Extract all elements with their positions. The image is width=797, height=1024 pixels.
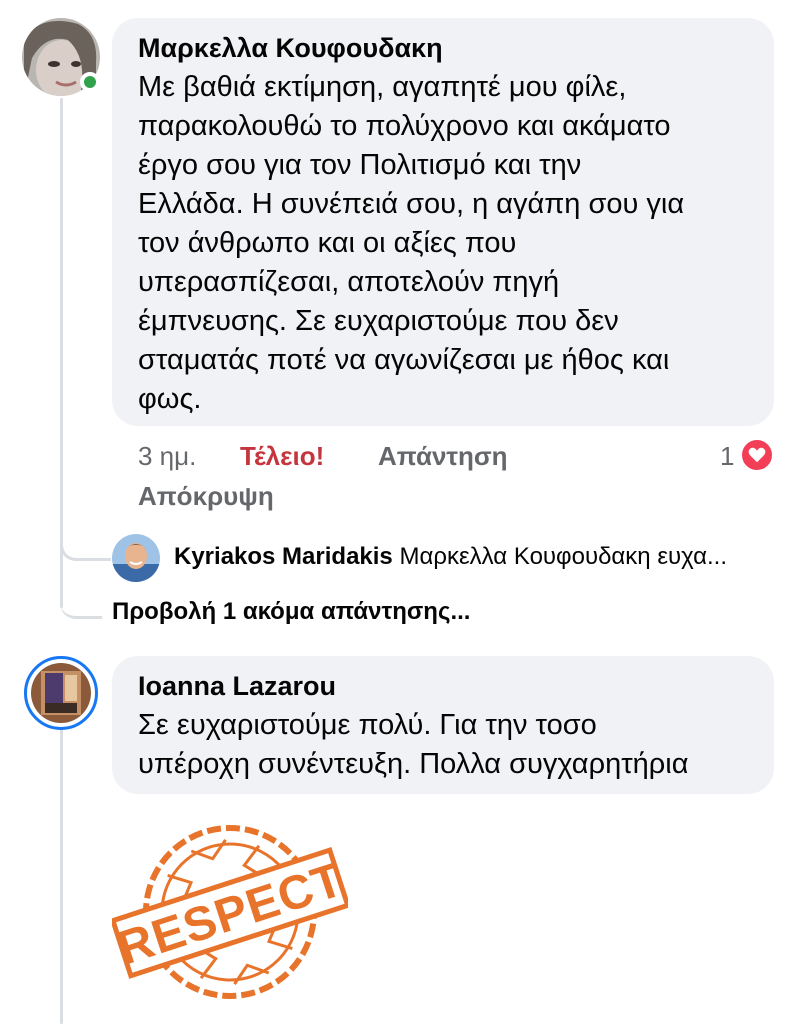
- respect-stamp-icon: RESPECT: [109, 825, 351, 999]
- view-more-replies-link[interactable]: Προβολή 1 ακόμα απάντησης...: [112, 598, 470, 626]
- sticker-text: RESPECT: [112, 853, 348, 976]
- comment-text-line: Ελλάδα. Η συνέπειά σου, η αγάπη σου για: [138, 188, 685, 220]
- online-status-indicator: [80, 72, 100, 92]
- comment-text-line: παρακολουθώ το πολύχρονο και ακάματο: [138, 110, 671, 142]
- comment-text-line: σταματάς ποτέ να αγωνίζεσαι με ήθος και: [138, 344, 670, 376]
- heart-glyph: [748, 447, 766, 463]
- avatar-photo: [31, 663, 91, 723]
- reply-button[interactable]: Απάντηση: [378, 440, 508, 472]
- thread-connector-more: [60, 580, 102, 619]
- comment-author[interactable]: Μαρκελλα Κουφουδακη: [138, 32, 746, 64]
- avatar-with-story-ring[interactable]: [24, 656, 98, 730]
- comment-text: Σε ευχαριστούμε πολύ. Για την τοσο υπέρο…: [138, 706, 746, 784]
- comment-text-line: έργο σου για τον Πολιτισμό και την: [138, 149, 582, 181]
- heart-icon[interactable]: [740, 438, 774, 472]
- reply-text: Μαρκελλα Κουφουδακη ευχα...: [399, 543, 727, 570]
- comment-text-line: υπερασπίζεσαι, αποτελούν πηγή: [138, 266, 560, 298]
- comment-timestamp[interactable]: 3 ημ.: [138, 440, 196, 472]
- thread-connector-reply: [60, 520, 111, 561]
- comment-author[interactable]: Ioanna Lazarou: [138, 670, 746, 702]
- comment-text-line: φως.: [138, 383, 202, 415]
- reply-author[interactable]: Kyriakos Maridakis: [174, 543, 393, 570]
- reply-avatar[interactable]: [112, 534, 160, 582]
- reply-preview[interactable]: Kyriakos Maridakis Μαρκελλα Κουφουδακη ε…: [174, 542, 727, 572]
- comment-text-line: τον άνθρωπο και οι αξίες που: [138, 227, 517, 259]
- comment-text-line: Με βαθιά εκτίμηση, αγαπητέ μου φίλε,: [138, 71, 627, 103]
- reply-avatar-photo: [112, 534, 160, 582]
- comment-bubble[interactable]: Μαρκελλα Κουφουδακη Με βαθιά εκτίμηση, α…: [112, 18, 774, 426]
- comment-text-line: Σε ευχαριστούμε πολύ. Για την τοσο: [138, 709, 597, 741]
- comment-bubble[interactable]: Ioanna Lazarou Σε ευχαριστούμε πολύ. Για…: [112, 656, 774, 794]
- comment-text-line: έμπνευσης. Σε ευχαριστούμε που δεν: [138, 305, 619, 337]
- comment-text: Με βαθιά εκτίμηση, αγαπητέ μου φίλε, παρ…: [138, 68, 746, 419]
- reaction-count[interactable]: 1: [720, 440, 734, 472]
- reaction-button[interactable]: Τέλειο!: [240, 440, 324, 472]
- respect-sticker[interactable]: RESPECT: [109, 812, 351, 1012]
- thread-line-2: [60, 724, 63, 1024]
- comment-text-line: υπέροχη συνέντευξη. Πολλα συγχαρητήρια: [138, 748, 689, 780]
- hide-button[interactable]: Απόκρυψη: [138, 480, 274, 512]
